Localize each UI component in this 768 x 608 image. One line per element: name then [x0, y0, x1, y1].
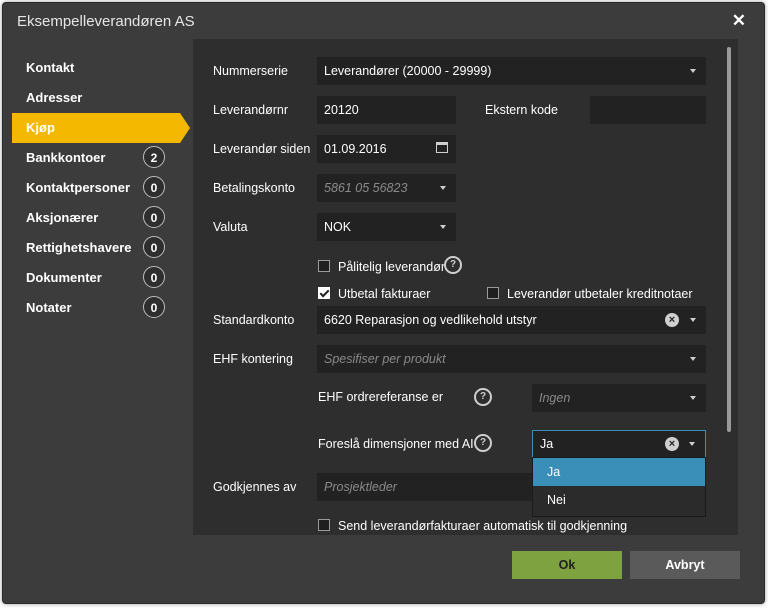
betalingskonto-select[interactable]: 5861 05 56823 — [317, 174, 456, 202]
foresla-dim-value: Ja — [540, 437, 554, 451]
count-badge: 0 — [143, 206, 165, 228]
sidebar-item-adresser[interactable]: Adresser — [12, 83, 182, 113]
ehf-kontering-placeholder: Spesifiser per produkt — [324, 352, 446, 366]
caret-down-icon — [690, 396, 696, 400]
foresla-dim-dropdown: Ja Nei — [532, 457, 706, 517]
count-badge: 0 — [143, 266, 165, 288]
sidebar-item-label: Aksjonærer — [26, 210, 99, 225]
godkjennes-label: Godkjennes av — [213, 480, 297, 494]
close-icon[interactable]: ✕ — [732, 11, 746, 31]
caret-down-icon — [440, 225, 446, 229]
cancel-button[interactable]: Avbryt — [630, 551, 740, 579]
palitelig-checkbox[interactable] — [318, 260, 330, 272]
ehf-kontering-label: EHF kontering — [213, 352, 293, 366]
ekstern-kode-input[interactable] — [590, 96, 706, 124]
sidebar-item-kjop[interactable]: Kjøp — [12, 113, 190, 143]
valuta-value: NOK — [324, 220, 352, 234]
sidebar-item-kontakt[interactable]: Kontakt — [12, 53, 182, 83]
sidebar-item-label: Kjøp — [26, 120, 55, 135]
caret-down-icon — [690, 357, 696, 361]
clear-icon[interactable]: × — [665, 437, 679, 451]
sidebar-item-label: Dokumenter — [26, 270, 102, 285]
godkjennes-placeholder: Prosjektleder — [324, 480, 397, 494]
palitelig-label: Pålitelig leverandør — [338, 260, 445, 274]
utbetal-checkbox[interactable] — [318, 287, 330, 299]
valuta-select[interactable]: NOK — [317, 213, 456, 241]
calendar-icon[interactable] — [436, 142, 448, 153]
nummerserie-label: Nummerserie — [213, 64, 289, 78]
betalingskonto-placeholder: 5861 05 56823 — [324, 181, 408, 195]
kreditnotaer-label: Leverandør utbetaler kreditnotaer — [507, 287, 693, 301]
sidebar-item-bankkontoer[interactable]: Bankkontoer 2 — [12, 143, 182, 173]
foresla-dim-select[interactable]: Ja × — [532, 430, 706, 458]
betalingskonto-label: Betalingskonto — [213, 181, 296, 195]
ehf-ordreref-select[interactable]: Ingen — [532, 384, 706, 412]
send-auto-checkbox[interactable] — [318, 519, 330, 531]
option-ja[interactable]: Ja — [533, 458, 705, 486]
sidebar-item-kontaktpersoner[interactable]: Kontaktpersoner 0 — [12, 173, 182, 203]
standardkonto-value: 6620 Reparasjon og vedlikehold utstyr — [324, 313, 537, 327]
standardkonto-label: Standardkonto — [213, 313, 295, 327]
sidebar-item-label: Kontaktpersoner — [26, 180, 131, 195]
count-badge: 0 — [143, 236, 165, 258]
standardkonto-select[interactable]: 6620 Reparasjon og vedlikehold utstyr × — [317, 306, 706, 334]
caret-down-icon — [689, 442, 695, 446]
help-icon[interactable]: ? — [444, 256, 462, 274]
sidebar-item-label: Kontakt — [26, 60, 75, 75]
dialog-title: Eksempelleverandøren AS — [17, 13, 195, 30]
caret-down-icon — [690, 69, 696, 73]
nummerserie-select[interactable]: Leverandører (20000 - 29999) — [317, 57, 706, 85]
kreditnotaer-checkbox[interactable] — [487, 287, 499, 299]
foresla-dim-label: Foreslå dimensjoner med AI — [318, 437, 474, 451]
utbetal-label: Utbetal fakturaer — [338, 287, 431, 301]
sidebar-item-dokumenter[interactable]: Dokumenter 0 — [12, 263, 182, 293]
option-nei[interactable]: Nei — [533, 486, 705, 514]
nummerserie-value: Leverandører (20000 - 29999) — [324, 64, 492, 78]
caret-down-icon — [690, 318, 696, 322]
leverandor-siden-label: Leverandør siden — [213, 142, 311, 156]
ok-button[interactable]: Ok — [512, 551, 622, 579]
count-badge: 0 — [143, 176, 165, 198]
count-badge: 0 — [143, 296, 165, 318]
ehf-kontering-select[interactable]: Spesifiser per produkt — [317, 345, 706, 373]
valuta-label: Valuta — [213, 220, 248, 234]
ekstern-kode-label: Ekstern kode — [485, 103, 558, 117]
ehf-ordreref-placeholder: Ingen — [539, 391, 571, 405]
leverandornr-input[interactable]: 20120 — [317, 96, 456, 124]
sidebar-item-notater[interactable]: Notater 0 — [12, 293, 182, 323]
sidebar-item-label: Notater — [26, 300, 72, 315]
panel-scrollbar[interactable] — [727, 47, 731, 432]
send-auto-label: Send leverandørfakturaer automatisk til … — [338, 519, 628, 533]
count-badge: 2 — [143, 146, 165, 168]
clear-icon[interactable]: × — [665, 313, 679, 327]
ehf-ordreref-label: EHF ordrereferanse er — [318, 390, 444, 404]
sidebar-item-rettighetshavere[interactable]: Rettighetshavere 0 — [12, 233, 182, 263]
caret-down-icon — [440, 186, 446, 190]
help-icon[interactable]: ? — [474, 434, 492, 452]
leverandor-siden-value: 01.09.2016 — [324, 142, 387, 156]
sidebar-item-label: Bankkontoer — [26, 150, 106, 165]
leverandornr-label: Leverandørnr — [213, 103, 289, 117]
help-icon[interactable]: ? — [474, 388, 492, 406]
sidebar-nav: Kontakt Adresser Kjøp Bankkontoer 2 Konta… — [12, 53, 190, 323]
leverandor-siden-date[interactable]: 01.09.2016 — [317, 135, 456, 163]
sidebar-item-label: Rettighetshavere — [26, 240, 132, 255]
sidebar-item-label: Adresser — [26, 90, 83, 105]
sidebar-item-aksjonaerer[interactable]: Aksjonærer 0 — [12, 203, 182, 233]
